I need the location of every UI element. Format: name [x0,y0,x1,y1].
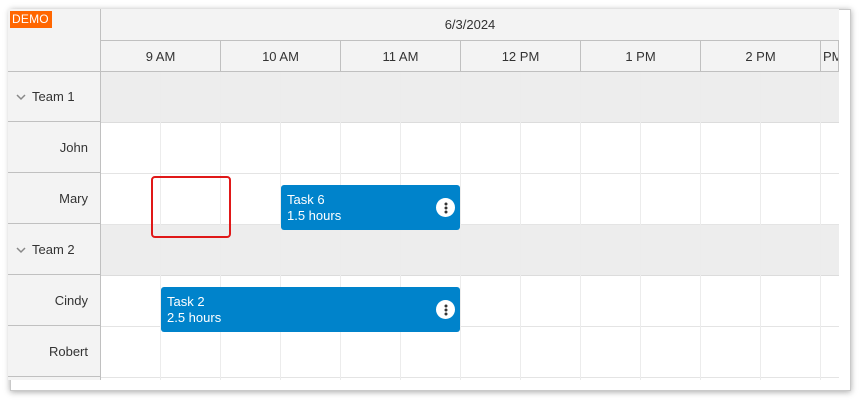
event-menu-button[interactable] [436,198,455,217]
hour-label: 11 AM [382,48,419,64]
resource-label: Cindy [54,293,88,308]
date-header: 6/3/2024 [101,9,839,41]
hour-cell: 12 PM [461,41,581,71]
demo-badge: DEMO [10,11,52,28]
resource-row-header: John [8,123,100,173]
group-row-header-team-2[interactable]: Team 2 [8,225,100,275]
resource-lane[interactable] [101,123,839,174]
group-lane [101,72,839,123]
resource-label: John [59,140,88,155]
hour-label: 2 PM [745,48,776,64]
resource-lane[interactable] [101,327,839,378]
resource-label: Robert [48,344,88,359]
group-row-header-team-1[interactable]: Team 1 [8,72,100,122]
timeline-grid[interactable]: Task 6 1.5 hours Task 2 2.5 hours [101,72,839,380]
resource-label: Mary [59,191,88,206]
event-duration: 2.5 hours [167,310,222,325]
scheduler-corner: DEMO [8,9,101,72]
hour-label: 1 PM [625,48,656,64]
selected-time-range[interactable] [151,176,231,238]
resource-row-header: Cindy [8,276,100,326]
row-headers: Team 1 John Mary Team 2 Cindy Robert [8,72,101,380]
event-title: Task 2 [167,294,205,309]
more-vertical-icon [444,304,447,315]
grid-line [700,72,701,380]
resource-row-header: Robert [8,327,100,377]
hour-cell: 9 AM [101,41,221,71]
grid-line [760,72,761,380]
hour-cell: 10 AM [221,41,341,71]
resource-row-header: Mary [8,174,100,224]
chevron-down-icon[interactable] [16,92,26,102]
event-duration: 1.5 hours [287,208,342,223]
hour-cell: 2 PM [701,41,821,71]
chevron-down-icon[interactable] [16,245,26,255]
hour-header: 9 AM 10 AM 11 AM 12 PM 1 PM 2 PM PM [101,41,839,72]
group-label: Team 2 [32,242,75,257]
hour-label: 12 PM [501,48,540,64]
grid-line [520,72,521,380]
grid-line [580,72,581,380]
hour-label: 10 AM [262,48,299,64]
grid-line [460,72,461,380]
hour-cell: PM [821,41,839,71]
grid-line [820,72,821,380]
group-label: Team 1 [32,89,75,104]
hour-cell: 1 PM [581,41,701,71]
hour-label: 9 AM [145,48,176,64]
hour-label: PM [823,48,838,64]
date-label: 6/3/2024 [444,17,496,32]
event-task-2[interactable]: Task 2 2.5 hours [161,287,460,332]
more-vertical-icon [444,202,447,213]
event-title: Task 6 [287,192,325,207]
grid-line [640,72,641,380]
event-menu-button[interactable] [436,300,455,319]
hour-cell: 11 AM [341,41,461,71]
event-task-6[interactable]: Task 6 1.5 hours [281,185,460,230]
